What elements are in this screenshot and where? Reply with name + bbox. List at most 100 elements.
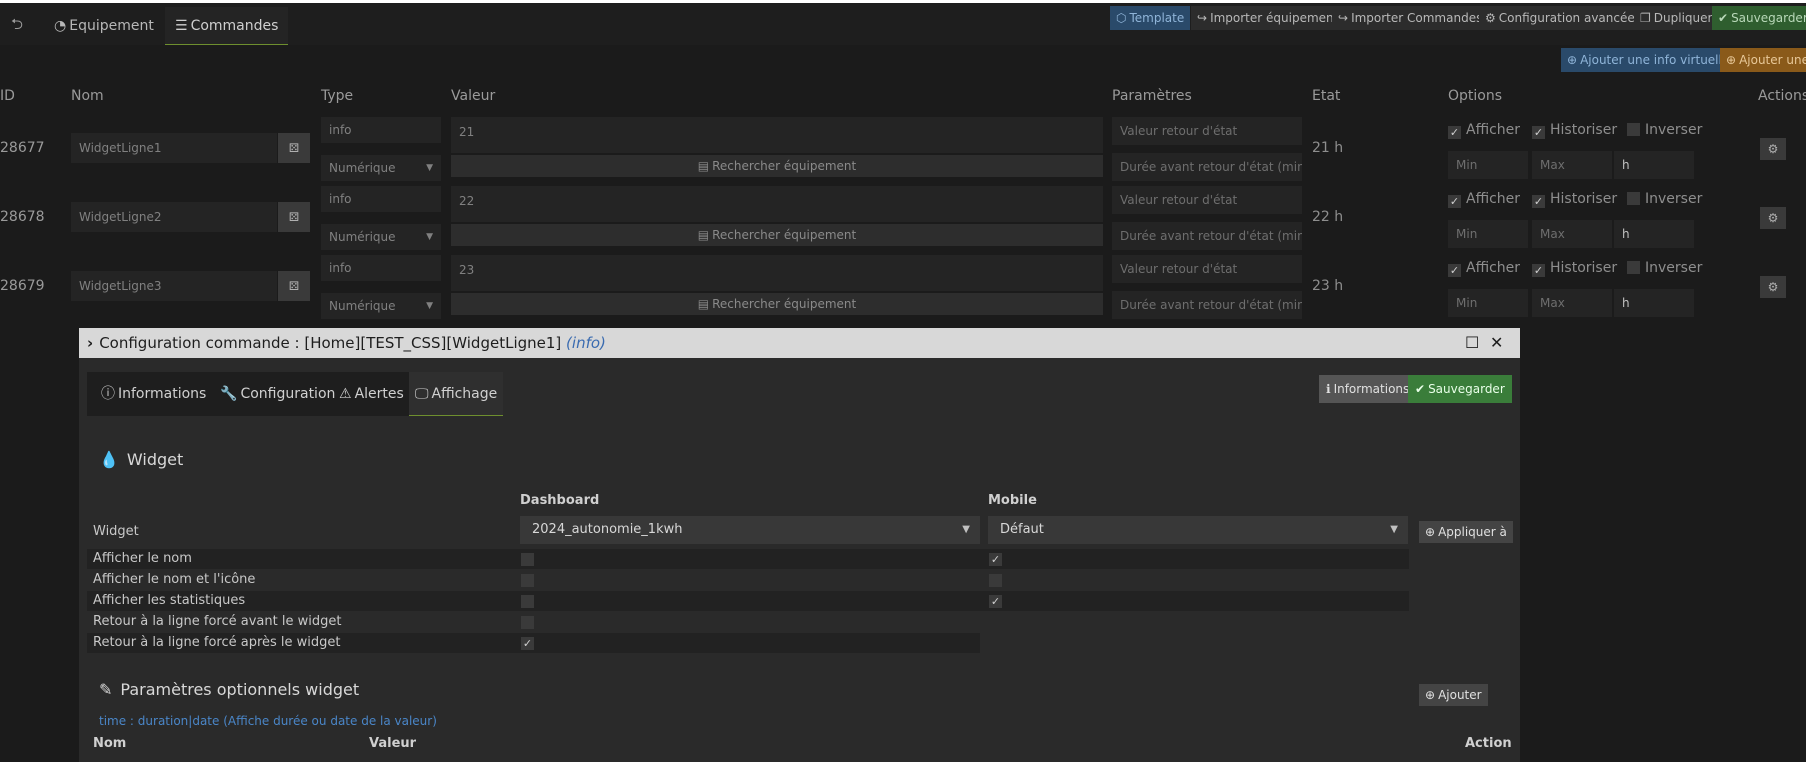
search-equipment-button[interactable]: ▤ Rechercher équipement <box>451 224 1103 246</box>
subtype-select[interactable]: Numérique ▼ <box>321 224 441 250</box>
return-value-input[interactable]: Valeur retour d'état <box>1112 186 1302 214</box>
option-afficher[interactable]: ✓ Afficher <box>1448 260 1520 277</box>
params-section-title: ✎ Paramètres optionnels widget <box>99 680 360 699</box>
name-input[interactable]: WidgetLigne2 <box>71 202 277 232</box>
unit-input[interactable]: h <box>1614 289 1694 317</box>
search-equipment-button[interactable]: ▤ Rechercher équipement <box>451 155 1103 177</box>
apply-to-button[interactable]: ⊕ Appliquer à <box>1419 521 1513 543</box>
value-textarea[interactable]: 23 <box>451 255 1103 291</box>
option-afficher[interactable]: ✓ Afficher <box>1448 191 1520 208</box>
checkbox-checked[interactable]: ✓ <box>1448 126 1461 139</box>
min-input[interactable]: Min <box>1448 289 1528 317</box>
tab-equipement[interactable]: ◔ Equipement <box>44 7 164 45</box>
tab-configuration[interactable]: 🔧 Configuration <box>214 372 341 416</box>
checkbox-checked[interactable]: ✓ <box>989 553 1002 566</box>
return-delay-input[interactable]: Durée avant retour d'état (min) <box>1112 153 1302 181</box>
state-value: 22 h <box>1312 209 1344 225</box>
return-value-input[interactable]: Valeur retour d'état <box>1112 255 1302 283</box>
value-textarea[interactable]: 21 <box>451 117 1103 153</box>
header-etat: Etat <box>1312 88 1341 104</box>
max-input[interactable]: Max <box>1532 220 1612 248</box>
back-button[interactable]: ⮌ <box>6 13 28 35</box>
checkbox-checked[interactable]: ✓ <box>521 637 534 650</box>
tab-informations[interactable]: ⓘ Informations <box>95 372 212 416</box>
add-param-button[interactable]: ⊕ Ajouter <box>1419 684 1488 706</box>
checkbox-checked[interactable]: ✓ <box>1532 126 1545 139</box>
modal-title-bar[interactable]: › Configuration commande : [Home][TEST_CS… <box>79 328 1520 358</box>
min-input[interactable]: Min <box>1448 151 1528 179</box>
info-circle-icon: ⓘ <box>101 386 115 402</box>
return-value-input[interactable]: Valeur retour d'état <box>1112 117 1302 145</box>
name-input[interactable]: WidgetLigne1 <box>71 133 277 163</box>
tab-commandes[interactable]: ☰ Commandes <box>165 7 289 45</box>
command-config-button[interactable]: ⚙ <box>1760 138 1786 160</box>
checkbox-unchecked[interactable] <box>521 595 534 608</box>
value-textarea[interactable]: 22 <box>451 186 1103 222</box>
caret-down-icon: ▼ <box>426 163 433 173</box>
option-inverser[interactable]: Inverser <box>1627 260 1702 276</box>
option-historiser[interactable]: ✓ Historiser <box>1532 260 1617 277</box>
icon-picker-button[interactable]: ⚄ <box>278 271 310 301</box>
tab-alertes[interactable]: ⚠ Alertes <box>333 372 410 416</box>
checkbox-unchecked[interactable] <box>1627 192 1640 205</box>
checkbox-unchecked[interactable] <box>989 574 1002 587</box>
close-icon: ✕ <box>1490 333 1504 352</box>
unit-input[interactable]: h <box>1614 220 1694 248</box>
icon-picker-button[interactable]: ⚄ <box>278 133 310 163</box>
header-valeur: Valeur <box>451 88 496 104</box>
checkbox-checked[interactable]: ✓ <box>1532 195 1545 208</box>
checkbox-unchecked[interactable] <box>1627 261 1640 274</box>
duplicate-button[interactable]: ❐ Dupliquer <box>1634 6 1719 30</box>
check-circle-icon: ✔ <box>1415 382 1426 396</box>
option-historiser[interactable]: ✓ Historiser <box>1532 191 1617 208</box>
icon-picker-icon: ⚄ <box>288 210 300 224</box>
max-input[interactable]: Max <box>1532 289 1612 317</box>
checkbox-unchecked[interactable] <box>521 616 534 629</box>
import-commands-button[interactable]: ↪ Importer Commandes <box>1332 6 1489 30</box>
checkbox-unchecked[interactable] <box>1627 123 1640 136</box>
modal-save-button[interactable]: ✔ Sauvegarder <box>1408 375 1512 403</box>
maximize-button[interactable]: ☐ <box>1465 328 1479 358</box>
icon-picker-button[interactable]: ⚄ <box>278 202 310 232</box>
max-input[interactable]: Max <box>1532 151 1612 179</box>
command-config-button[interactable]: ⚙ <box>1760 276 1786 298</box>
min-input[interactable]: Min <box>1448 220 1528 248</box>
import-equipment-button[interactable]: ↪ Importer équipement <box>1191 6 1345 30</box>
plus-circle-icon: ⊕ <box>1425 525 1436 539</box>
cogs-icon: ⚙ <box>1767 211 1779 225</box>
checkbox-checked[interactable]: ✓ <box>989 595 1002 608</box>
option-inverser[interactable]: Inverser <box>1627 191 1702 207</box>
col-mobile: Mobile <box>988 493 1037 508</box>
add-virtual-info-button[interactable]: ⊕ Ajouter une info virtuelle <box>1561 48 1736 72</box>
plus-circle-icon: ⊕ <box>1726 53 1737 67</box>
unit-input[interactable]: h <box>1614 151 1694 179</box>
subtype-select[interactable]: Numérique ▼ <box>321 293 441 319</box>
tab-affichage[interactable]: 🖵 Affichage <box>409 372 504 416</box>
checkbox-checked[interactable]: ✓ <box>1448 195 1461 208</box>
template-button[interactable]: ⬡ Template <box>1110 6 1191 30</box>
option-historiser[interactable]: ✓ Historiser <box>1532 122 1617 139</box>
advanced-config-button[interactable]: ⚙ Configuration avancée <box>1479 6 1641 30</box>
option-afficher[interactable]: ✓ Afficher <box>1448 122 1520 139</box>
add-virtual-action-button[interactable]: ⊕Ajouter une a <box>1720 48 1806 72</box>
widget-param-hint[interactable]: time : duration|date (Affiche durée ou d… <box>99 714 437 728</box>
informations-button[interactable]: ℹ Informations <box>1319 375 1417 403</box>
name-input[interactable]: WidgetLigne3 <box>71 271 277 301</box>
caret-down-icon: ▼ <box>962 524 970 535</box>
checkbox-unchecked[interactable] <box>521 553 534 566</box>
search-equipment-button[interactable]: ▤ Rechercher équipement <box>451 293 1103 315</box>
header-type: Type <box>321 88 354 104</box>
option-inverser[interactable]: Inverser <box>1627 122 1702 138</box>
checkbox-unchecked[interactable] <box>521 574 534 587</box>
save-button[interactable]: ✔ Sauvegarder <box>1712 6 1806 30</box>
dashboard-widget-select[interactable]: 2024_autonomie_1kwh ▼ <box>520 516 980 544</box>
return-delay-input[interactable]: Durée avant retour d'état (min) <box>1112 222 1302 250</box>
option-label: Afficher le nom et l'icône <box>93 572 256 587</box>
checkbox-checked[interactable]: ✓ <box>1532 264 1545 277</box>
mobile-widget-select[interactable]: Défaut ▼ <box>988 516 1408 544</box>
checkbox-checked[interactable]: ✓ <box>1448 264 1461 277</box>
close-button[interactable]: ✕ <box>1490 328 1503 358</box>
subtype-select[interactable]: Numérique ▼ <box>321 155 441 181</box>
command-config-button[interactable]: ⚙ <box>1760 207 1786 229</box>
return-delay-input[interactable]: Durée avant retour d'état (min) <box>1112 291 1302 319</box>
